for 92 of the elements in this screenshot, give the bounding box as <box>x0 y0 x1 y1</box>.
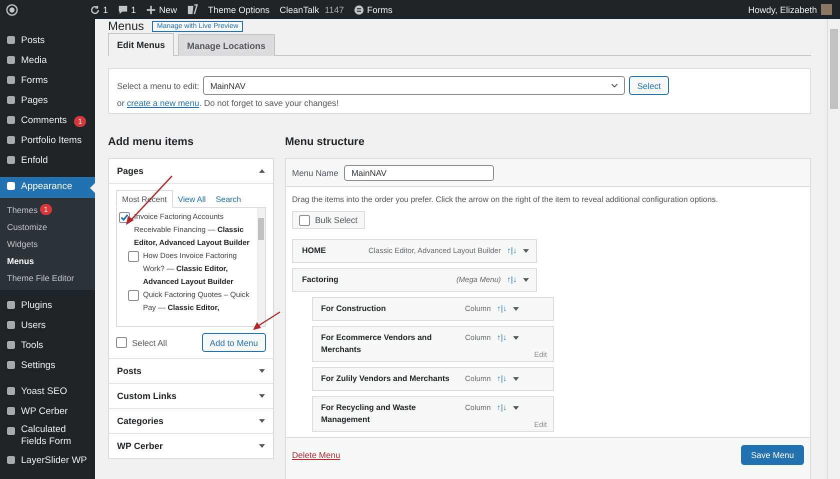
caret-icon[interactable] <box>523 249 529 253</box>
move-arrows[interactable]: ↑|↓ <box>496 373 507 385</box>
select-button[interactable]: Select <box>629 76 669 95</box>
menu-name-field[interactable]: MainNAV <box>344 164 494 180</box>
move-arrows[interactable]: ↑|↓ <box>496 303 507 315</box>
caret-icon[interactable] <box>512 336 519 340</box>
submenu-item[interactable]: Menus <box>0 252 95 269</box>
plugin-logo-icon[interactable] <box>187 4 198 15</box>
form-icon <box>354 4 364 14</box>
square-icon <box>6 406 16 416</box>
sidebar-item[interactable]: Tools <box>0 336 95 356</box>
sidebar-item[interactable]: Forms <box>0 71 95 91</box>
menu-dropdown[interactable]: MainNAV <box>203 76 626 95</box>
nav-tab[interactable]: Edit Menus <box>108 33 174 56</box>
accordion-header[interactable]: Pages <box>109 159 273 183</box>
accordion-header[interactable]: Custom Links <box>109 384 273 408</box>
caret-icon[interactable] <box>512 377 519 381</box>
square-icon <box>6 155 16 165</box>
accordion-header[interactable]: WP Cerber <box>109 434 273 458</box>
chevron-down-icon <box>611 83 618 88</box>
sidebar-item[interactable]: Appearance <box>0 177 95 198</box>
avatar-placeholder <box>821 4 832 15</box>
sidebar-item[interactable]: Portfolio Items <box>0 131 95 151</box>
caret-icon[interactable] <box>523 278 529 282</box>
sidebar-item[interactable]: Plugins <box>0 296 95 316</box>
sidebar-item[interactable]: Yoast SEO <box>0 382 95 402</box>
sidebar-item[interactable]: WP Cerber <box>0 402 95 422</box>
accordion-header[interactable]: Posts <box>109 359 273 383</box>
sidebar-item[interactable]: Calculated Fields Form <box>0 422 95 451</box>
bulk-select-button[interactable]: Bulk Select <box>292 211 365 229</box>
square-icon <box>6 35 16 45</box>
square-icon <box>6 386 16 396</box>
speech-bubble-icon <box>118 4 128 14</box>
square-icon <box>6 340 16 350</box>
plus-icon <box>146 4 156 14</box>
menu-name-label: Menu Name <box>292 168 338 178</box>
accordion-header[interactable]: Categories <box>109 409 273 433</box>
instructions-text: Drag the items into the order you prefer. Click the arrow on the right of the item to reveal additional configuration options. <box>292 195 720 204</box>
page-title: Menus <box>108 20 144 32</box>
new-link[interactable]: New <box>146 4 178 14</box>
page-tab[interactable]: Search <box>210 191 246 207</box>
square-icon <box>6 454 16 465</box>
sidebar-item[interactable]: Pages <box>0 91 95 111</box>
select-label: Select a menu to edit: <box>117 80 200 90</box>
select-all-checkbox[interactable]: Select All <box>116 337 167 348</box>
comments-link[interactable]: 1 <box>118 4 136 14</box>
move-arrows[interactable]: ↑|↓ <box>506 245 517 257</box>
move-arrows[interactable]: ↑|↓ <box>496 332 507 344</box>
page-tab[interactable]: View All <box>172 191 211 207</box>
forms-link[interactable]: Forms <box>354 4 392 14</box>
section-heading: Add menu items <box>108 136 195 150</box>
create-menu-link[interactable]: create a new menu <box>126 98 200 108</box>
submenu-item[interactable]: Customize <box>0 218 95 235</box>
checkbox[interactable] <box>128 251 139 262</box>
refresh-icon <box>90 4 100 14</box>
page-scrollbar[interactable] <box>827 19 840 479</box>
square-icon <box>6 181 16 191</box>
sidebar-item[interactable]: Media <box>0 51 95 71</box>
square-icon <box>6 55 16 65</box>
account-link[interactable]: Howdy, Elizabeth <box>748 4 832 15</box>
delete-menu-link[interactable]: Delete Menu <box>292 450 340 460</box>
add-to-menu-button[interactable]: Add to Menu <box>202 333 266 352</box>
square-icon <box>6 75 16 85</box>
square-icon <box>6 300 16 310</box>
sidebar-item[interactable]: Posts <box>0 31 95 51</box>
caret-icon[interactable] <box>512 406 519 410</box>
submenu-item[interactable]: Widgets <box>0 235 95 252</box>
square-icon <box>6 95 16 105</box>
sidebar-item[interactable]: LayerSlider WP <box>0 450 95 471</box>
square-icon <box>6 320 16 330</box>
updates-link[interactable]: 1 <box>90 4 108 14</box>
annotation-arrow <box>253 311 280 330</box>
move-arrows[interactable]: ↑|↓ <box>506 274 517 286</box>
sidebar-item[interactable]: Settings <box>0 356 95 376</box>
checkbox[interactable] <box>128 290 139 301</box>
square-icon <box>6 426 16 436</box>
nav-tab[interactable]: Manage Locations <box>178 34 275 56</box>
square-icon <box>6 135 16 145</box>
sidebar-item[interactable]: Enfold <box>0 151 95 171</box>
admin-bar-link[interactable]: Theme Options <box>208 4 270 14</box>
section-heading: Menu structure <box>285 136 366 150</box>
square-icon <box>6 115 16 125</box>
create-menu-hint: or create a new menu. Do not forget to save your changes! <box>117 98 340 108</box>
sidebar-item[interactable]: Users <box>0 316 95 336</box>
admin-bar-link[interactable]: CleanTalk 1147 <box>280 4 344 14</box>
square-icon <box>6 360 16 370</box>
submenu-item[interactable]: Theme File Editor <box>0 269 95 286</box>
logo-icon[interactable] <box>6 4 18 16</box>
caret-icon[interactable] <box>512 307 519 311</box>
move-arrows[interactable]: ↑|↓ <box>496 402 507 414</box>
scrollbar[interactable] <box>257 208 265 326</box>
save-menu-button[interactable]: Save Menu <box>741 445 804 465</box>
